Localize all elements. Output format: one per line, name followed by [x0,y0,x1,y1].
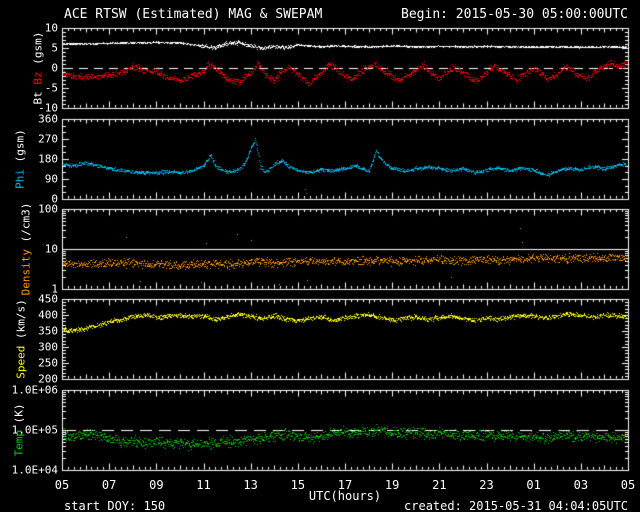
x-tick-label: 13 [243,478,258,492]
start-doy-label: start DOY: 150 [64,499,166,512]
y-tick-label-temp: 1.0E+05 [11,423,58,437]
y-tick-label-density: 10 [44,242,58,256]
y-tick-label-bt-bz: -5 [44,81,58,95]
y-tick-label-bt-bz: 5 [51,41,58,55]
y-tick-label-phi: 270 [38,132,58,146]
y-tick-label-temp: 1.0E+06 [11,383,58,397]
y-tick-label-phi: 90 [44,172,58,186]
y-axis-label-part: Density [19,249,33,296]
y-tick-label-phi: 180 [38,152,58,166]
plot-canvas [0,0,640,512]
y-axis-label-bt-bz: Bt Bz (gsm) [32,32,45,105]
x-tick-label: 03 [573,478,589,492]
y-tick-label-speed: 250 [38,356,58,370]
y-tick-label-speed: 350 [38,324,58,338]
y-axis-label-density: Density (/cm3) [20,203,33,296]
y-axis-label-part: Speed [14,345,28,379]
x-tick-label: 19 [384,478,400,492]
y-axis-label-part: Bz [31,71,45,85]
x-tick-label: 23 [479,478,494,492]
y-axis-label-part: (/cm3) [19,202,33,249]
y-tick-label-speed: 450 [38,292,58,306]
x-tick-label: 07 [101,478,117,492]
x-tick-label: 05 [620,478,636,492]
y-tick-label-bt-bz: 10 [44,21,58,35]
y-axis-label-part: (km/s) [14,299,28,346]
y-tick-label-bt-bz: 0 [51,61,58,75]
y-tick-label-density: 100 [38,202,58,216]
y-tick-label-speed: 300 [38,340,58,354]
x-tick-label: 11 [196,478,211,492]
chart-title: ACE RTSW (Estimated) MAG & SWEPAM [64,7,323,22]
y-tick-label-temp: 1.0E+04 [11,463,58,477]
x-tick-label: 17 [337,478,353,492]
y-tick-label-speed: 400 [38,308,58,322]
x-tick-label: 01 [526,478,541,492]
y-axis-label-speed: Speed (km/s) [15,299,28,378]
y-axis-label-part: (gsm) [13,129,27,169]
y-axis-label-part: Phi [13,168,27,189]
created-timestamp: created: 2015-05-31 04:04:05UTC [404,499,628,512]
y-axis-label-part: (gsm) [31,31,45,72]
x-tick-label: 15 [290,478,306,492]
ace-rtsw-plot: ACE RTSW (Estimated) MAG & SWEPAM Begin:… [0,0,640,512]
x-tick-label: 21 [432,478,447,492]
y-tick-label-phi: 360 [38,112,58,126]
begin-timestamp: Begin: 2015-05-30 05:00:00UTC [401,7,628,22]
x-tick-label: 09 [149,478,164,492]
x-tick-label: 05 [54,478,70,492]
y-axis-label-phi: Phi (gsm) [14,129,27,189]
